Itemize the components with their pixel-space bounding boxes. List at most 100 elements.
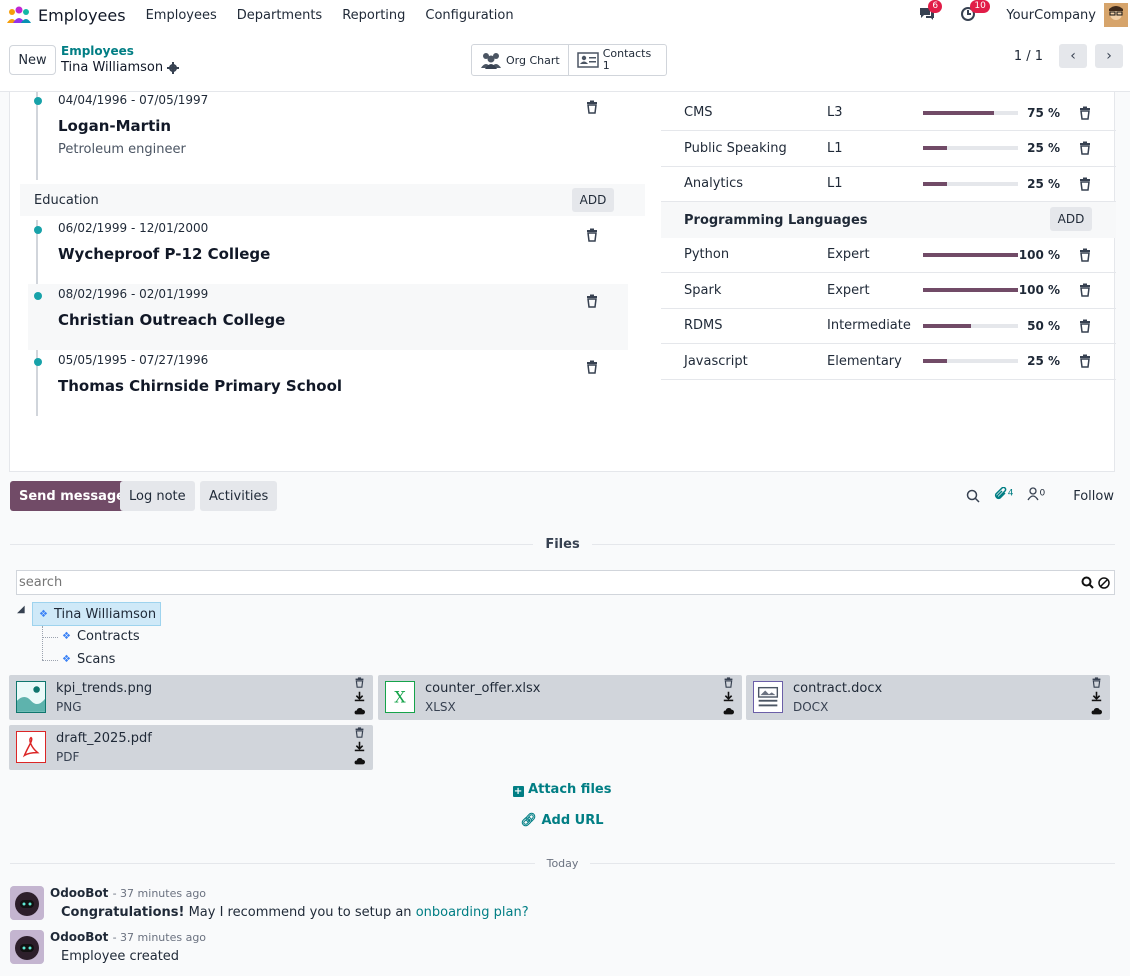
gear-icon[interactable] xyxy=(167,61,180,74)
skill-progress-bar xyxy=(923,323,1018,328)
skill-row[interactable]: RDMS Intermediate 50 % xyxy=(661,308,1116,345)
contacts-button[interactable]: Contacts 1 xyxy=(567,45,666,75)
add-url-button[interactable]: 🔗︎ Add URL xyxy=(0,813,1124,828)
pager-next-button[interactable]: › xyxy=(1095,44,1123,68)
tree-node-scans[interactable]: ❖ Scans xyxy=(62,652,115,667)
cloud-icon[interactable] xyxy=(1091,705,1102,716)
send-message-button[interactable]: Send message xyxy=(10,481,134,511)
user-avatar[interactable] xyxy=(1104,3,1128,27)
author-name[interactable]: OdooBot xyxy=(50,886,108,900)
menu-reporting[interactable]: Reporting xyxy=(342,8,405,23)
tree-toggle[interactable]: ◢ xyxy=(17,604,25,615)
skill-row[interactable]: Python Expert 100 % xyxy=(661,237,1116,273)
trash-icon[interactable] xyxy=(354,677,365,688)
search-icon[interactable] xyxy=(966,489,980,503)
file-thumbnail[interactable] xyxy=(16,731,46,763)
menu-departments[interactable]: Departments xyxy=(237,8,322,23)
trash-icon[interactable] xyxy=(585,360,599,374)
trash-icon[interactable] xyxy=(585,294,599,308)
skill-progress-fill xyxy=(923,252,1018,257)
new-button[interactable]: New xyxy=(9,45,56,75)
file-name: contract.docx xyxy=(793,681,883,696)
file-card[interactable]: draft_2025.pdf PDF xyxy=(9,725,373,770)
tree-node-contracts[interactable]: ❖ Contracts xyxy=(62,629,140,644)
org-chart-button[interactable]: Org Chart xyxy=(472,45,568,75)
education-section-header: Education ADD xyxy=(20,184,645,216)
tree-line xyxy=(42,637,58,638)
tree-node-root[interactable]: ❖ Tina Williamson xyxy=(32,602,162,626)
file-thumbnail[interactable] xyxy=(16,681,46,713)
skill-progress-bar xyxy=(923,146,1018,151)
company-switcher[interactable]: YourCompany xyxy=(1006,8,1096,23)
entry-date: 06/02/1999 - 12/01/2000 xyxy=(58,221,209,235)
download-icon[interactable] xyxy=(354,741,365,752)
skill-row[interactable]: Public Speaking L1 25 % xyxy=(661,131,1116,167)
trash-icon[interactable] xyxy=(1078,354,1092,369)
pager-value[interactable]: 1 / 1 xyxy=(1014,49,1043,64)
resume-entry[interactable]: 08/02/1996 - 02/01/1999 Christian Outrea… xyxy=(28,284,628,350)
activities-button[interactable]: 10 xyxy=(960,0,990,24)
menu-employees[interactable]: Employees xyxy=(146,8,217,23)
attach-files-label: Attach files xyxy=(528,782,612,797)
resume-entry[interactable]: 06/02/1999 - 12/01/2000 Wycheproof P-12 … xyxy=(28,217,628,279)
download-icon[interactable] xyxy=(1091,691,1102,702)
messages-button[interactable]: 6 xyxy=(918,0,943,24)
breadcrumb-current: Tina Williamson xyxy=(61,60,180,75)
skill-row[interactable]: Analytics L1 25 % xyxy=(661,166,1116,203)
skill-progress-bar xyxy=(923,181,1018,186)
trash-icon[interactable] xyxy=(585,100,599,114)
file-actions xyxy=(354,727,365,766)
activities-badge: 10 xyxy=(970,0,990,13)
resume-entry[interactable]: 04/04/1996 - 07/05/1997 Logan-Martin Pet… xyxy=(28,92,628,180)
breadcrumb-employees[interactable]: Employees xyxy=(61,44,134,58)
skill-row[interactable]: Spark Expert 100 % xyxy=(661,273,1116,309)
trash-icon[interactable] xyxy=(585,228,599,242)
search-icon[interactable] xyxy=(1081,576,1094,589)
file-thumbnail[interactable] xyxy=(753,681,783,713)
onboarding-plan-link[interactable]: onboarding plan? xyxy=(416,905,529,920)
skill-row[interactable]: Javascript Elementary 25 % xyxy=(661,344,1116,380)
attachments-button[interactable]: 4 xyxy=(994,486,1013,505)
skill-type-label: Programming Languages xyxy=(684,212,868,228)
log-note-button[interactable]: Log note xyxy=(120,481,195,511)
menu-configuration[interactable]: Configuration xyxy=(425,8,513,23)
trash-icon[interactable] xyxy=(1078,248,1092,262)
author-name[interactable]: OdooBot xyxy=(50,930,108,944)
trash-icon[interactable] xyxy=(723,677,734,688)
trash-icon[interactable] xyxy=(1078,106,1092,120)
resume-entry[interactable]: 05/05/1995 - 07/27/1996 Thomas Chirnside… xyxy=(28,350,628,416)
pager-previous-button[interactable]: ‹ xyxy=(1059,44,1087,68)
follow-button[interactable]: Follow xyxy=(1073,489,1114,504)
trash-icon[interactable] xyxy=(354,727,365,738)
files-search-input[interactable] xyxy=(19,575,1059,590)
file-card[interactable]: kpi_trends.png PNG xyxy=(9,675,373,720)
date-separator: Today xyxy=(10,853,1115,873)
file-thumbnail[interactable]: X xyxy=(385,681,415,713)
cloud-icon[interactable] xyxy=(723,705,734,716)
file-card[interactable]: Xcounter_offer.xlsx XLSX xyxy=(378,675,742,720)
employees-app-icon[interactable] xyxy=(6,5,32,25)
trash-icon[interactable] xyxy=(1078,141,1092,155)
skill-percent: 25 % xyxy=(1027,176,1060,191)
app-title[interactable]: Employees xyxy=(38,6,126,25)
trash-icon[interactable] xyxy=(1078,283,1092,297)
trash-icon[interactable] xyxy=(1078,319,1092,333)
activities-button[interactable]: Activities xyxy=(200,481,278,511)
cloud-icon[interactable] xyxy=(354,755,365,766)
download-icon[interactable] xyxy=(354,691,365,702)
entry-date: 05/05/1995 - 07/27/1996 xyxy=(58,353,209,367)
add-skill-button[interactable]: ADD xyxy=(1050,207,1092,231)
odoobot-avatar[interactable] xyxy=(10,930,44,964)
file-card[interactable]: contract.docx DOCX xyxy=(746,675,1110,720)
cloud-icon[interactable] xyxy=(354,705,365,716)
folder-icon: ❖ xyxy=(62,631,71,642)
skill-row[interactable]: CMS L3 75 % xyxy=(661,95,1116,131)
clear-filter-icon[interactable] xyxy=(1098,576,1110,589)
trash-icon[interactable] xyxy=(1091,677,1102,688)
followers-button[interactable]: 0 xyxy=(1027,487,1045,505)
odoobot-avatar[interactable] xyxy=(10,886,44,920)
trash-icon[interactable] xyxy=(1078,177,1092,191)
download-icon[interactable] xyxy=(723,691,734,702)
add-education-button[interactable]: ADD xyxy=(572,188,614,212)
attach-files-button[interactable]: + Attach files xyxy=(0,782,1124,797)
